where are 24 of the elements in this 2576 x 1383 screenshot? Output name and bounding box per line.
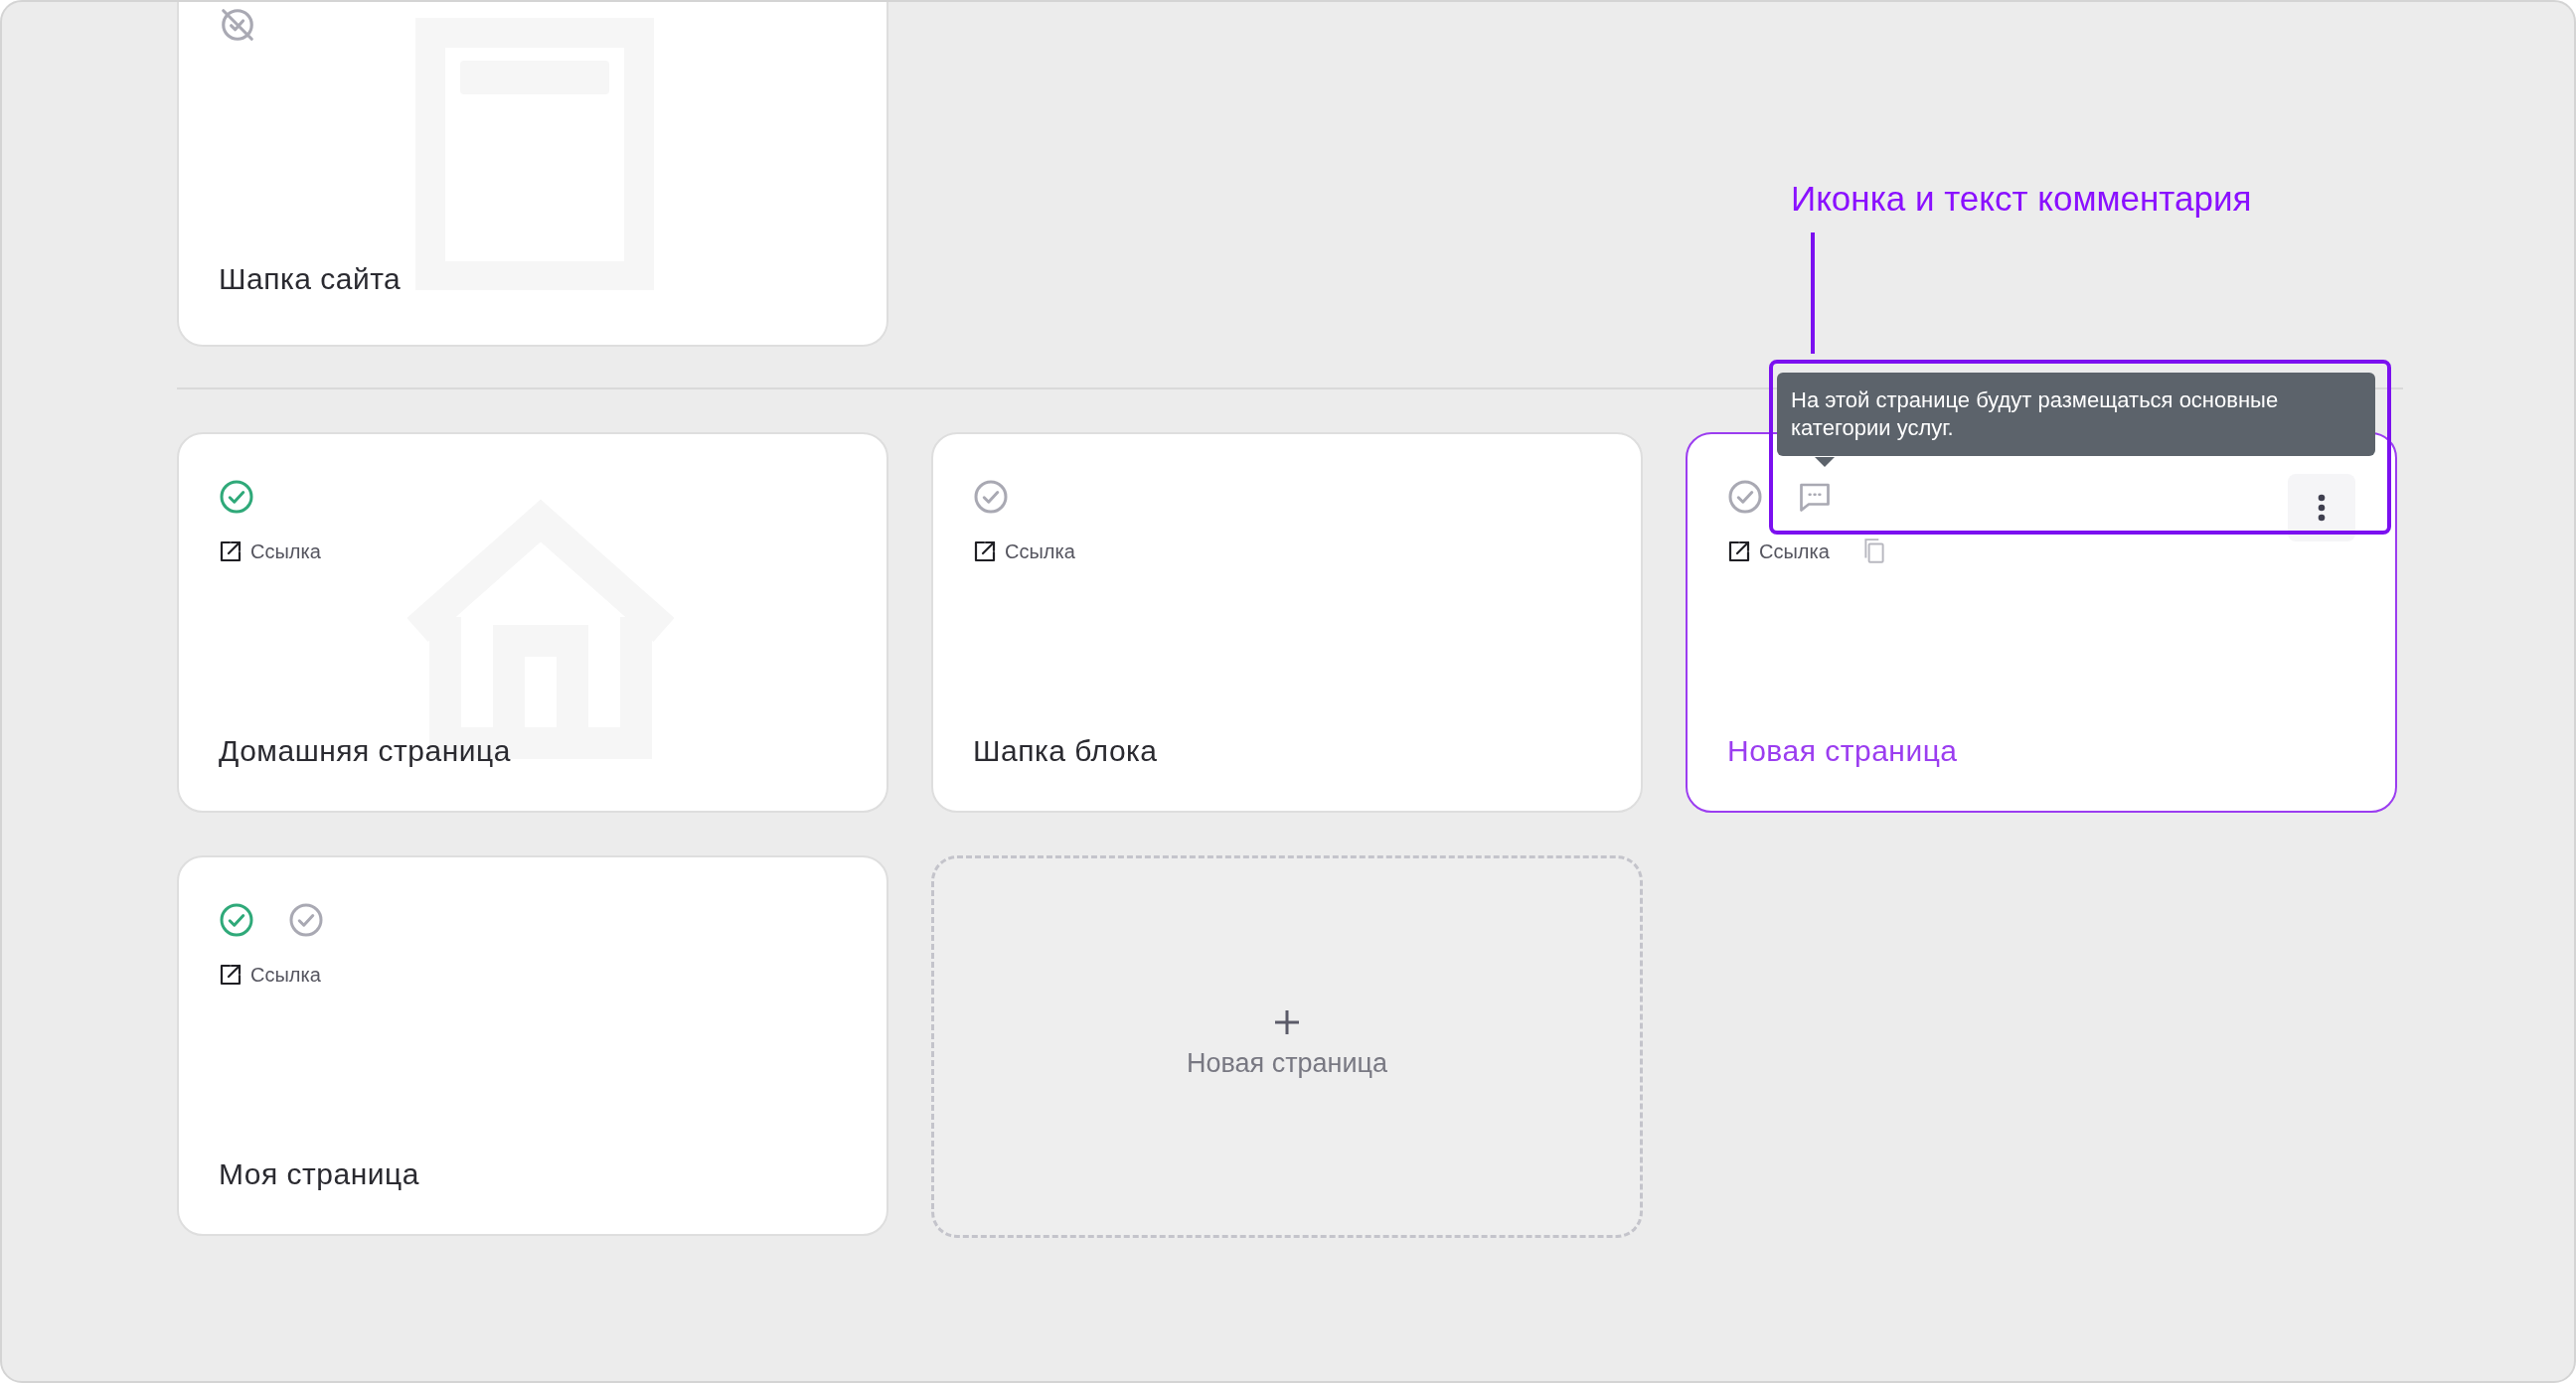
external-link-icon — [219, 963, 242, 987]
page-title: Моя страница — [219, 1156, 420, 1192]
annotation-label: Иконка и текст комментария — [1791, 178, 2252, 220]
external-link-icon — [973, 539, 997, 563]
external-link-icon — [219, 539, 242, 563]
page-title: Шапка сайта — [219, 261, 402, 297]
page-title: Домашняя страница — [219, 733, 512, 769]
page-title: Новая страница — [1727, 733, 1959, 769]
page-card[interactable]: Ссылка Моя страница — [177, 855, 888, 1236]
link[interactable]: Ссылка — [1727, 537, 1830, 566]
tooltip-pointer — [1815, 457, 1835, 467]
new-page-button[interactable]: Новая страница — [931, 855, 1643, 1238]
page-card[interactable]: Ссылка Домашняя страница — [177, 432, 888, 813]
comment-tooltip: На этой странице будут размещаться основные категории услуг. — [1777, 373, 2375, 456]
external-link-icon — [1727, 539, 1751, 563]
page-title: Шапка блока — [973, 733, 1159, 769]
more-vertical-icon — [2318, 494, 2326, 522]
link[interactable]: Ссылка — [219, 960, 321, 990]
link[interactable]: Ссылка — [219, 537, 321, 566]
page-card[interactable]: Ссылка Шапка блока — [931, 432, 1643, 813]
plus-icon — [1274, 1009, 1300, 1036]
link[interactable]: Ссылка — [973, 537, 1075, 566]
page-card[interactable]: Шапка сайта — [177, 2, 888, 347]
more-button[interactable] — [2288, 474, 2355, 541]
